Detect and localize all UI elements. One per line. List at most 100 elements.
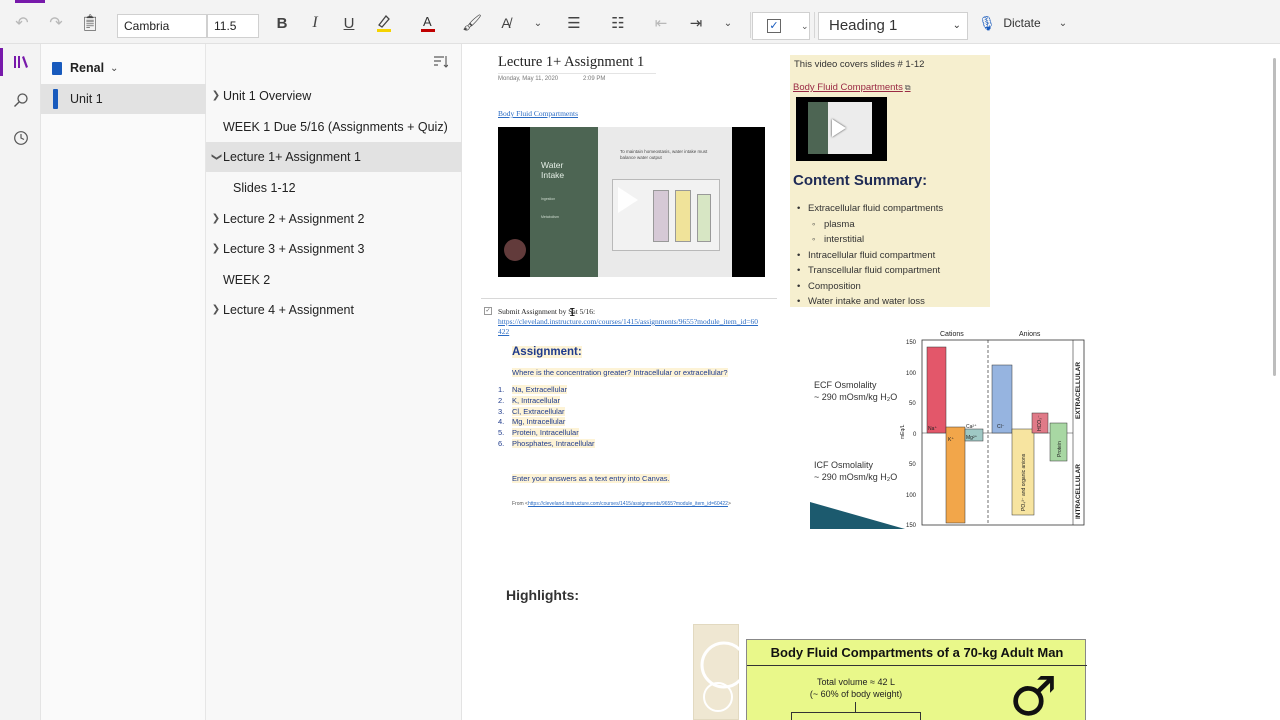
tag-chevron-icon: ⌄: [801, 21, 809, 31]
page-label: WEEK 1 Due 5/16 (Assignments + Quiz): [223, 120, 448, 134]
more-formatting-chevron-icon[interactable]: ⌄: [530, 11, 546, 35]
bar-label: K⁺: [948, 437, 954, 443]
page-date: Monday, May 11, 2020: [498, 76, 559, 82]
bar-label: Na⁺: [928, 426, 937, 432]
numbering-icon[interactable]: ☷: [607, 11, 629, 35]
submit-assignment-link[interactable]: https://cleveland.instructure.com/course…: [498, 317, 760, 337]
list-item: 5. Protein, Intracellular: [498, 428, 579, 438]
page-title[interactable]: Lecture 1+ Assignment 1: [498, 54, 656, 74]
clear-formatting-icon[interactable]: A̸: [495, 11, 517, 35]
expand-chevron-icon[interactable]: ❯: [210, 204, 222, 234]
dictate-button[interactable]: Dictate: [1002, 11, 1042, 35]
answer-text: Cl, Extracellular: [512, 406, 565, 416]
answer-text: K, Intracellular: [512, 395, 560, 405]
microphone-icon[interactable]: 🎙︎: [978, 11, 996, 35]
cl-bar: [991, 364, 1013, 434]
section-color-tab: [53, 89, 58, 109]
info-bfc-link[interactable]: Body Fluid Compartments ⧉: [793, 82, 911, 93]
todo-tag-icon: ✓: [767, 19, 781, 33]
todo-checkbox[interactable]: ✓: [484, 307, 492, 315]
page-item-lecture-4[interactable]: ❯ Lecture 4 + Assignment: [206, 295, 462, 325]
font-name-input[interactable]: Cambria: [117, 14, 207, 38]
font-size-input[interactable]: 11.5: [207, 14, 259, 38]
list-item: 6. Phosphates, Intracellular: [498, 438, 595, 448]
notebook-name: Renal: [70, 61, 105, 75]
page-item-week-1[interactable]: WEEK 1 Due 5/16 (Assignments + Quiz): [206, 112, 462, 142]
play-icon[interactable]: [618, 187, 638, 213]
decrease-indent-icon[interactable]: ⇤: [650, 11, 672, 35]
page-item-slides-1-12[interactable]: Slides 1-12: [206, 173, 462, 203]
notebook-selector[interactable]: Renal ⌄: [41, 50, 206, 86]
notebook-chevron-icon: ⌄: [110, 62, 119, 74]
style-dropdown[interactable]: Heading 1 ⌄: [818, 12, 968, 40]
source-prefix: From <: [512, 501, 528, 507]
format-painter-icon[interactable]: 🖌︎: [461, 11, 483, 35]
sort-pages-icon[interactable]: [434, 56, 450, 70]
play-icon: [832, 119, 846, 137]
page-time: 2:09 PM: [583, 76, 606, 82]
external-link-icon: ⧉: [904, 83, 911, 92]
page-canvas[interactable]: Lecture 1+ Assignment 1 Monday, May 11, …: [463, 44, 1280, 720]
font-color-button[interactable]: A: [417, 11, 439, 35]
section-pane: Renal ⌄ Unit 1: [41, 44, 206, 720]
slide-left-panel: [530, 127, 598, 277]
list-item: 1. Na, Extracellular: [498, 385, 568, 394]
svg-text:A: A: [423, 14, 432, 29]
clock-icon: [13, 131, 28, 145]
page-label: Slides 1-12: [233, 181, 296, 195]
bullets-icon[interactable]: ☰: [563, 11, 585, 35]
highlight-button[interactable]: [373, 11, 395, 35]
more-paragraph-chevron-icon[interactable]: ⌄: [720, 11, 736, 35]
ecf-osmolality-label: ECF Osmolality: [814, 380, 877, 390]
expand-chevron-icon[interactable]: ❯: [210, 234, 222, 264]
slide-title-line1: Water: [541, 160, 564, 170]
undo-icon[interactable]: ↶: [12, 11, 32, 35]
recent-button[interactable]: [0, 120, 41, 156]
page-item-lecture-1[interactable]: ❯ Lecture 1+ Assignment 1: [206, 142, 462, 172]
page-label: Unit 1 Overview: [223, 89, 312, 103]
info-bfc-link-text: Body Fluid Compartments: [793, 82, 903, 93]
notebook-icon: [52, 61, 62, 75]
info-video-thumbnail[interactable]: [796, 97, 887, 161]
page-item-lecture-3[interactable]: ❯ Lecture 3 + Assignment 3: [206, 234, 462, 264]
bold-button[interactable]: B: [272, 11, 292, 35]
bar-label: PO₄³⁻ and organic anions: [1021, 453, 1027, 511]
answer-text: Mg, Intracellular: [512, 417, 566, 427]
underline-button[interactable]: U: [339, 11, 359, 35]
cations-header: Cations: [940, 331, 964, 338]
notebooks-button[interactable]: [0, 44, 41, 80]
anions-header: Anions: [1019, 331, 1041, 338]
redo-icon[interactable]: ↷: [46, 11, 66, 35]
body-fluid-compartments-link[interactable]: Body Fluid Compartments: [498, 109, 578, 118]
search-button[interactable]: [0, 82, 41, 118]
page-label: Lecture 2 + Assignment 2: [223, 212, 365, 226]
vertical-scrollbar[interactable]: [1273, 58, 1276, 376]
intracellular-label: INTRACELLULAR: [1075, 464, 1082, 519]
increase-indent-icon[interactable]: ⇥: [685, 11, 707, 35]
male-symbol-icon: ♂: [1009, 665, 1058, 720]
section-label: Unit 1: [70, 92, 103, 106]
tick-label: 50: [909, 462, 916, 468]
y-axis-label: mEq/L: [900, 424, 906, 439]
tree-box: [791, 712, 921, 720]
tag-dropdown[interactable]: ✓ ⌄: [752, 12, 810, 40]
section-item-unit-1[interactable]: Unit 1: [41, 84, 206, 114]
dictate-chevron-icon[interactable]: ⌄: [1055, 11, 1071, 35]
font-color-icon: A: [421, 14, 435, 32]
page-item-lecture-2[interactable]: ❯ Lecture 2 + Assignment 2: [206, 204, 462, 234]
source-link[interactable]: https://cleveland.instructure.com/course…: [528, 501, 728, 507]
enter-answers-text: Enter your answers as a text entry into …: [512, 474, 670, 483]
presenter-avatar: [504, 239, 526, 261]
page-label: WEEK 2: [223, 273, 271, 287]
expand-chevron-icon[interactable]: ❯: [210, 81, 222, 111]
tick-label: 50: [909, 401, 916, 407]
expand-chevron-icon[interactable]: ❯: [210, 295, 222, 325]
source-suffix: >: [727, 501, 731, 507]
answer-text: Protein, Intracellular: [512, 428, 579, 438]
assignment-heading: Assignment:: [512, 346, 582, 358]
video-thumbnail[interactable]: Water Intake Ingestion Metabolism To mai…: [498, 127, 765, 277]
italic-button[interactable]: I: [305, 11, 325, 35]
clipboard-icon[interactable]: 📋︎: [80, 11, 100, 35]
page-item-unit-1-overview[interactable]: ❯ Unit 1 Overview: [206, 81, 462, 111]
page-item-week-2[interactable]: WEEK 2: [206, 265, 462, 295]
